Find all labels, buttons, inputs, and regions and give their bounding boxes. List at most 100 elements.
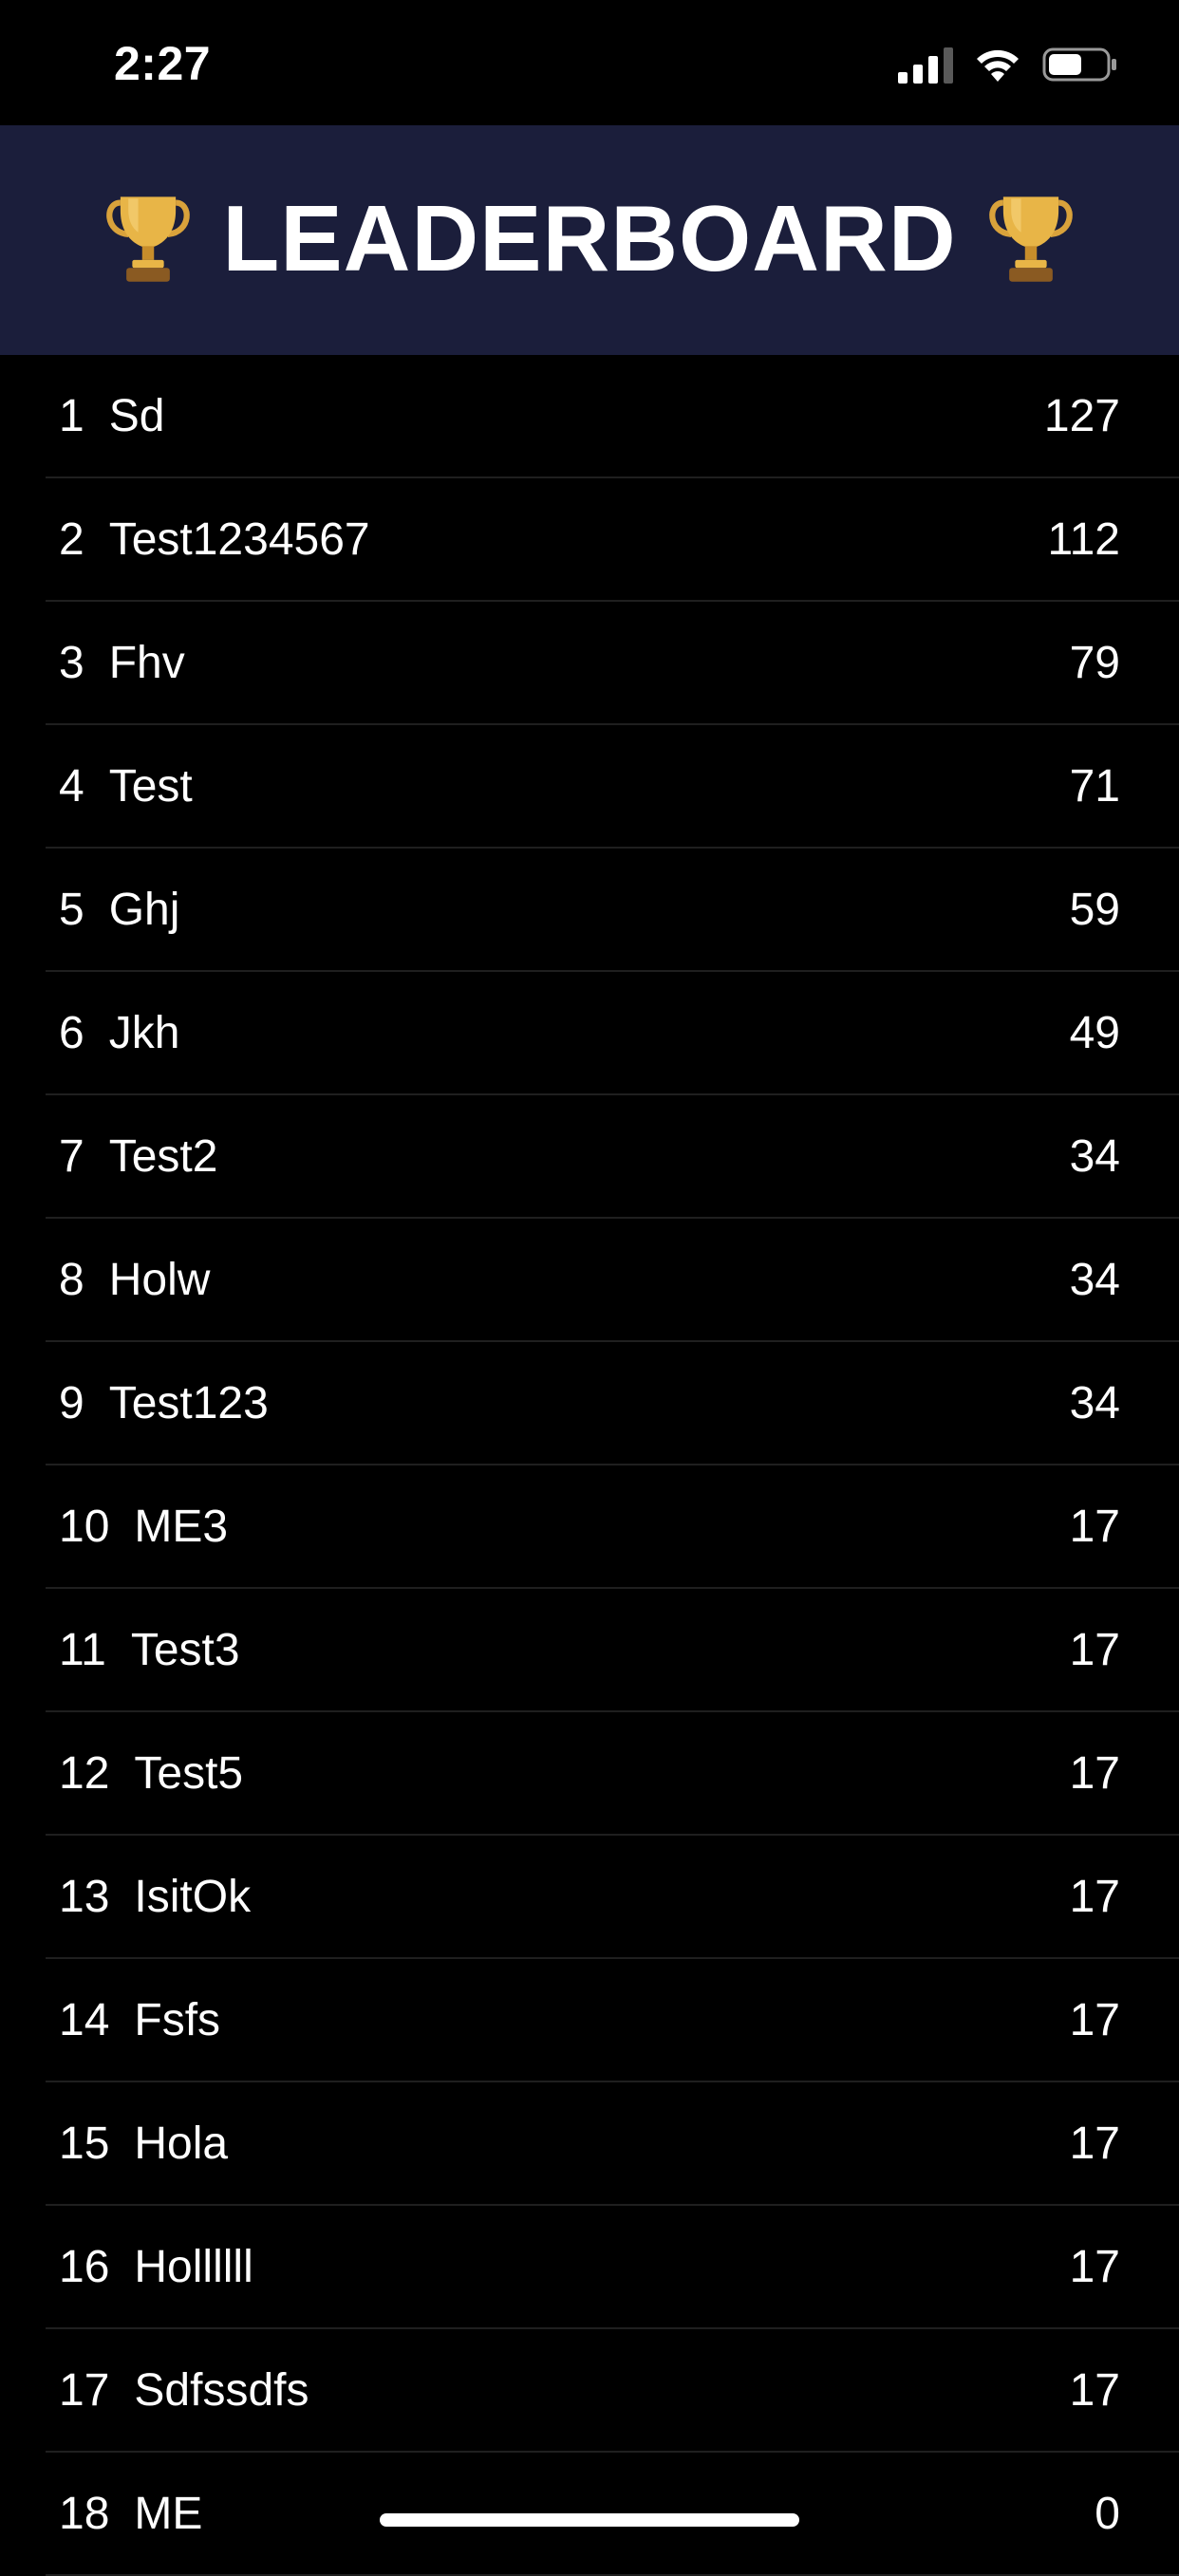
player-name: ME [134,2488,203,2539]
player-score: 49 [1069,1007,1120,1058]
player-rank: 8 [59,1254,84,1305]
leaderboard-row[interactable]: 13 IsitOk 17 [46,1836,1179,1959]
player-name: Sd [108,390,165,441]
leaderboard-row[interactable]: 15 Hola 17 [46,2082,1179,2206]
player-score: 34 [1069,1130,1120,1182]
player-name: ME3 [134,1501,229,1552]
player-info: 3 Fhv [59,637,185,689]
player-info: 5 Ghj [59,884,179,936]
player-score: 127 [1043,390,1120,441]
status-icons [898,44,1118,85]
player-info: 14 Fsfs [59,1994,220,2046]
player-rank: 2 [59,513,84,565]
cellular-signal-icon [898,47,953,84]
leaderboard-row[interactable]: 14 Fsfs 17 [46,1959,1179,2082]
player-score: 17 [1069,1871,1120,1922]
trophy-icon [106,196,191,282]
leaderboard-header: LEADERBOARD [0,125,1179,355]
player-name: Sdfssdfs [134,2364,309,2416]
player-rank: 7 [59,1130,84,1182]
player-rank: 14 [59,1994,110,2045]
player-name: Hollllll [134,2241,253,2292]
leaderboard-list[interactable]: 1 Sd 127 2 Test1234567 112 3 Fhv 79 4 Test 71 5 Ghj 59… [46,355,1179,2576]
player-rank: 18 [59,2488,110,2539]
player-rank: 4 [59,760,84,812]
player-name: Test3 [130,1624,240,1675]
player-rank: 15 [59,2118,110,2169]
player-info: 10 ME3 [59,1501,228,1553]
player-info: 12 Test5 [59,1747,243,1800]
status-bar: 2:27 [0,0,1179,125]
player-score: 34 [1069,1254,1120,1305]
player-score: 59 [1069,884,1120,935]
player-rank: 10 [59,1501,110,1552]
leaderboard-row[interactable]: 3 Fhv 79 [46,602,1179,725]
player-score: 17 [1069,2241,1120,2292]
player-rank: 17 [59,2364,110,2416]
player-name: IsitOk [134,1871,252,1922]
battery-icon [1042,47,1116,82]
player-rank: 1 [59,390,84,441]
player-score: 79 [1069,637,1120,688]
player-name: Hola [134,2118,229,2169]
player-info: 15 Hola [59,2118,228,2170]
player-name: Test123 [108,1377,269,1428]
wifi-icon [977,49,1019,82]
player-rank: 5 [59,884,84,935]
home-indicator[interactable] [380,2513,799,2527]
leaderboard-row[interactable]: 8 Holw 34 [46,1219,1179,1342]
player-info: 4 Test [59,760,193,812]
player-score: 17 [1069,1501,1120,1552]
player-score: 17 [1069,1624,1120,1675]
player-score: 17 [1069,1994,1120,2045]
player-name: Test [108,760,193,812]
player-score: 71 [1069,760,1120,812]
player-info: 13 IsitOk [59,1871,251,1923]
leaderboard-row[interactable]: 4 Test 71 [46,725,1179,849]
leaderboard-row[interactable]: 12 Test5 17 [46,1712,1179,1836]
player-score: 17 [1069,2364,1120,2416]
player-score: 17 [1069,1747,1120,1799]
player-name: Fsfs [134,1994,221,2045]
player-info: 17 Sdfssdfs [59,2364,309,2417]
player-info: 7 Test2 [59,1130,217,1183]
leaderboard-row[interactable]: 9 Test123 34 [46,1342,1179,1465]
player-score: 17 [1069,2118,1120,2169]
player-info: 11 Test3 [59,1624,240,1676]
player-info: 9 Test123 [59,1377,269,1429]
player-name: Test1234567 [108,513,370,565]
player-rank: 11 [59,1624,106,1675]
player-rank: 3 [59,637,84,688]
player-name: Ghj [108,884,180,935]
player-rank: 9 [59,1377,84,1428]
page-title: LEADERBOARD [222,185,957,290]
player-name: Fhv [108,637,185,688]
player-info: 16 Hollllll [59,2241,253,2293]
player-name: Test5 [134,1747,244,1799]
player-info: 1 Sd [59,390,164,442]
status-time: 2:27 [114,37,212,90]
player-info: 18 ME [59,2488,202,2540]
player-name: Test2 [108,1130,218,1182]
leaderboard-row[interactable]: 7 Test2 34 [46,1095,1179,1219]
player-rank: 6 [59,1007,84,1058]
leaderboard-row[interactable]: 5 Ghj 59 [46,849,1179,972]
player-name: Jkh [108,1007,180,1058]
leaderboard-row[interactable]: 10 ME3 17 [46,1465,1179,1589]
leaderboard-row[interactable]: 2 Test1234567 112 [46,478,1179,602]
trophy-icon [988,196,1073,282]
leaderboard-row[interactable]: 17 Sdfssdfs 17 [46,2329,1179,2453]
leaderboard-row[interactable]: 11 Test3 17 [46,1589,1179,1712]
leaderboard-row[interactable]: 16 Hollllll 17 [46,2206,1179,2329]
player-rank: 12 [59,1747,110,1799]
player-rank: 13 [59,1871,110,1922]
leaderboard-row[interactable]: 1 Sd 127 [46,355,1179,478]
player-info: 8 Holw [59,1254,210,1306]
player-score: 0 [1095,2488,1120,2539]
player-score: 112 [1047,513,1120,565]
player-info: 6 Jkh [59,1007,179,1059]
leaderboard-row[interactable]: 6 Jkh 49 [46,972,1179,1095]
player-score: 34 [1069,1377,1120,1428]
player-info: 2 Test1234567 [59,513,370,566]
player-rank: 16 [59,2241,110,2292]
